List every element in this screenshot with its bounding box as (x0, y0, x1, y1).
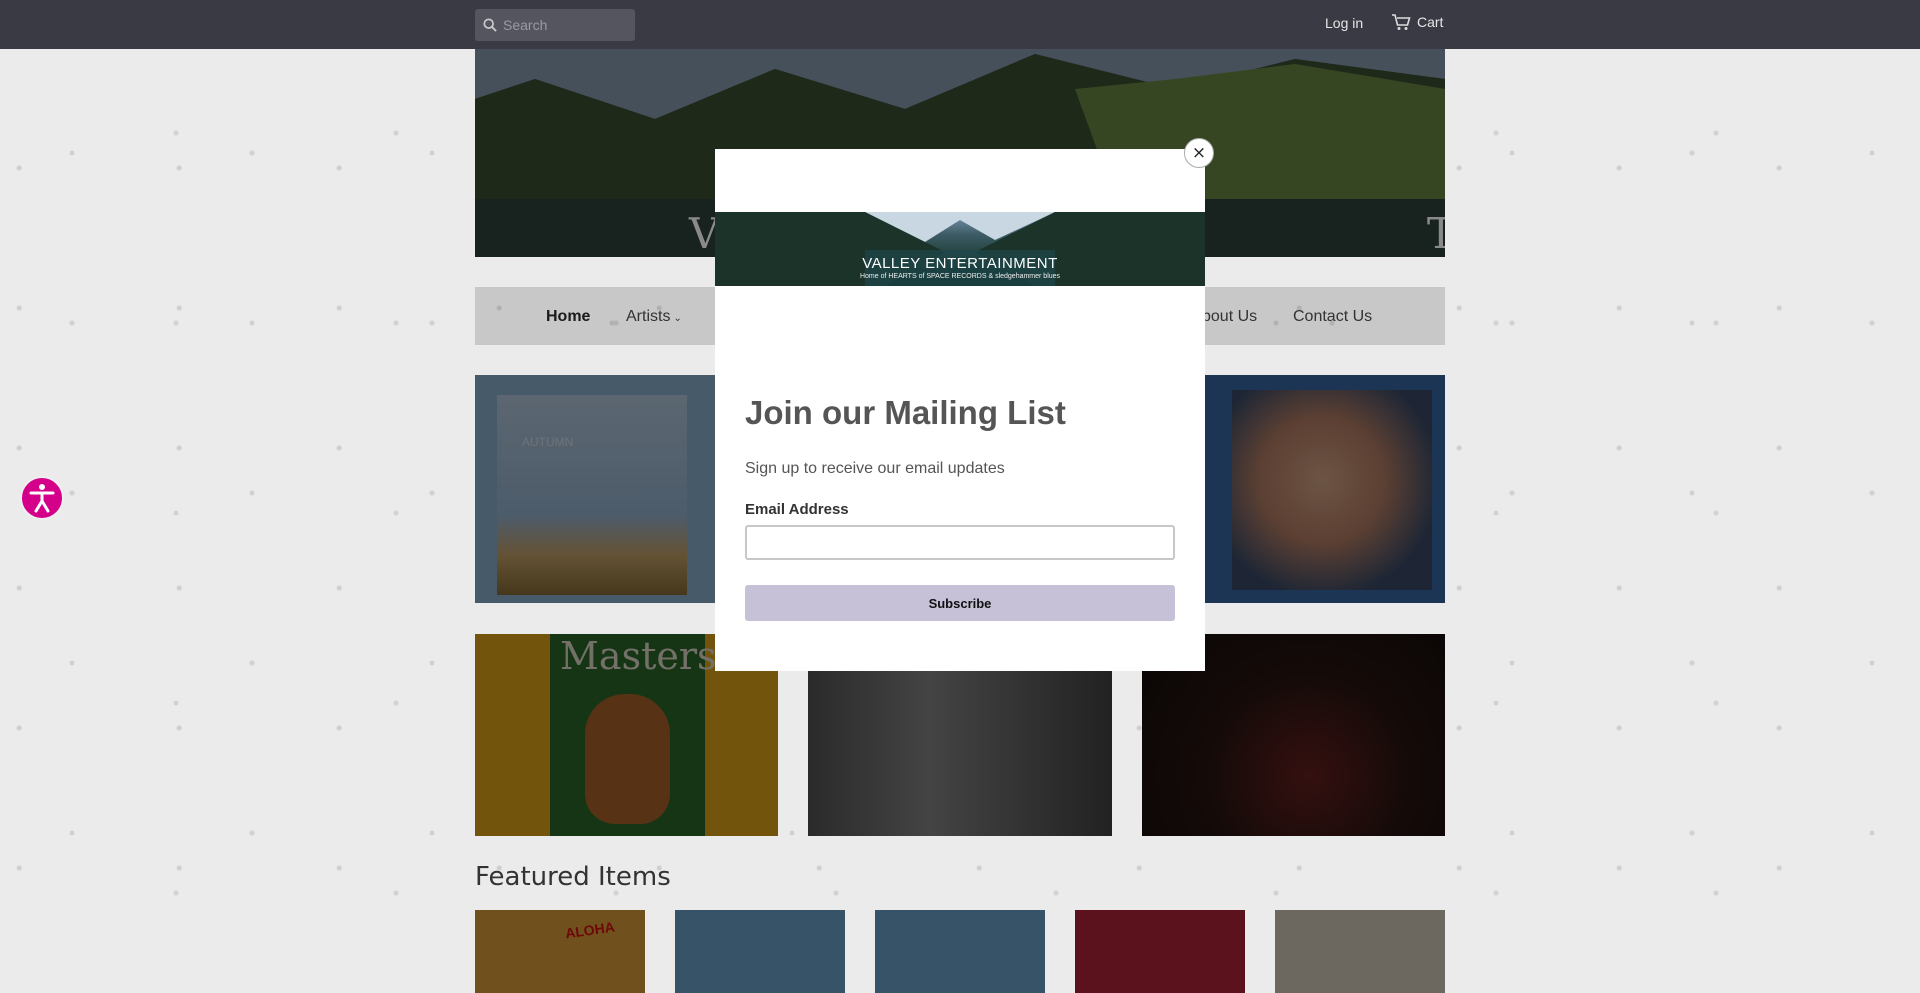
modal-brand-name: VALLEY ENTERTAINMENT (862, 255, 1058, 272)
modal-subtitle: Sign up to receive our email updates (745, 460, 1005, 477)
close-modal-button[interactable]: × (1184, 138, 1214, 168)
subscribe-button[interactable]: Subscribe (745, 585, 1175, 621)
modal-title: Join our Mailing List (745, 394, 1066, 431)
close-icon: × (1191, 143, 1207, 163)
accessibility-button[interactable] (20, 476, 64, 520)
mailing-list-modal: VALLEY ENTERTAINMENT Home of HEARTS of S… (715, 149, 1205, 671)
accessibility-icon (29, 484, 55, 513)
email-label: Email Address (745, 501, 849, 518)
modal-banner-image: VALLEY ENTERTAINMENT Home of HEARTS of S… (715, 212, 1205, 286)
modal-brand-tagline: Home of HEARTS of SPACE RECORDS & sledge… (859, 273, 1061, 280)
email-field[interactable] (745, 525, 1175, 560)
